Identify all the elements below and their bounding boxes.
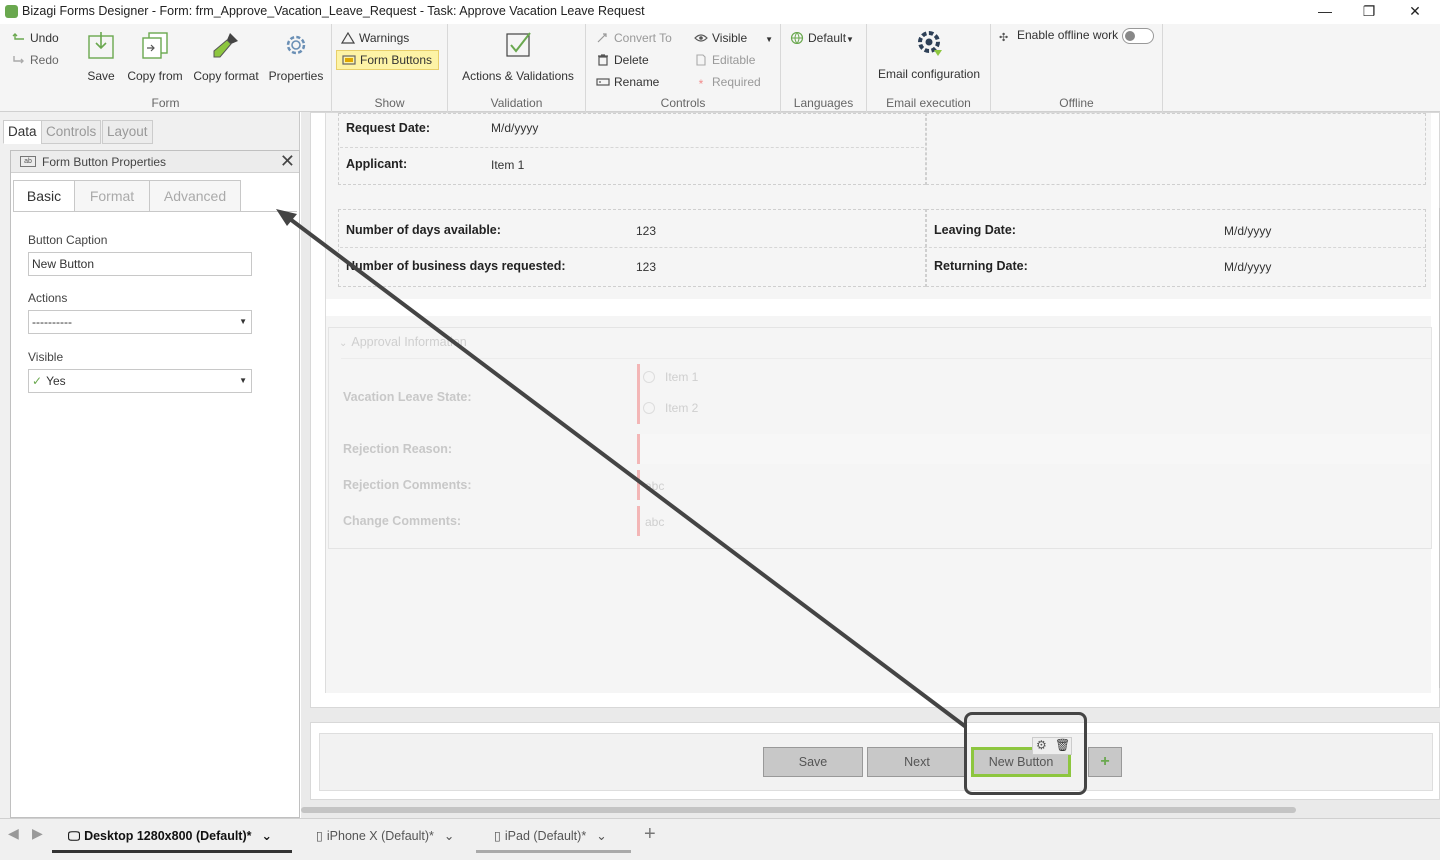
monitor-icon: 🖵 <box>68 829 81 843</box>
tab-ipad[interactable]: ▯ iPad (Default)* ⌄ <box>476 823 631 853</box>
chevron-down-icon[interactable]: ⌄ <box>444 829 454 843</box>
tab-desktop[interactable]: 🖵 Desktop 1280x800 (Default)* ⌄ <box>52 823 292 853</box>
add-device-icon[interactable]: + <box>644 823 656 846</box>
chevron-down-icon[interactable]: ⌄ <box>596 829 606 843</box>
device-tabs-bar: ◀ ▶ 🖵 Desktop 1280x800 (Default)* ⌄ ▯ iPhon… <box>0 818 1440 860</box>
chevron-down-icon[interactable]: ⌄ <box>262 829 272 843</box>
scroll-left-icon[interactable]: ◀ <box>8 825 19 842</box>
annotation-arrow <box>276 209 968 729</box>
scroll-right-icon[interactable]: ▶ <box>32 825 43 842</box>
tab-iphone[interactable]: ▯ iPhone X (Default)* ⌄ <box>296 823 476 853</box>
tablet-icon: ▯ <box>494 829 501 843</box>
phone-icon: ▯ <box>316 829 323 843</box>
